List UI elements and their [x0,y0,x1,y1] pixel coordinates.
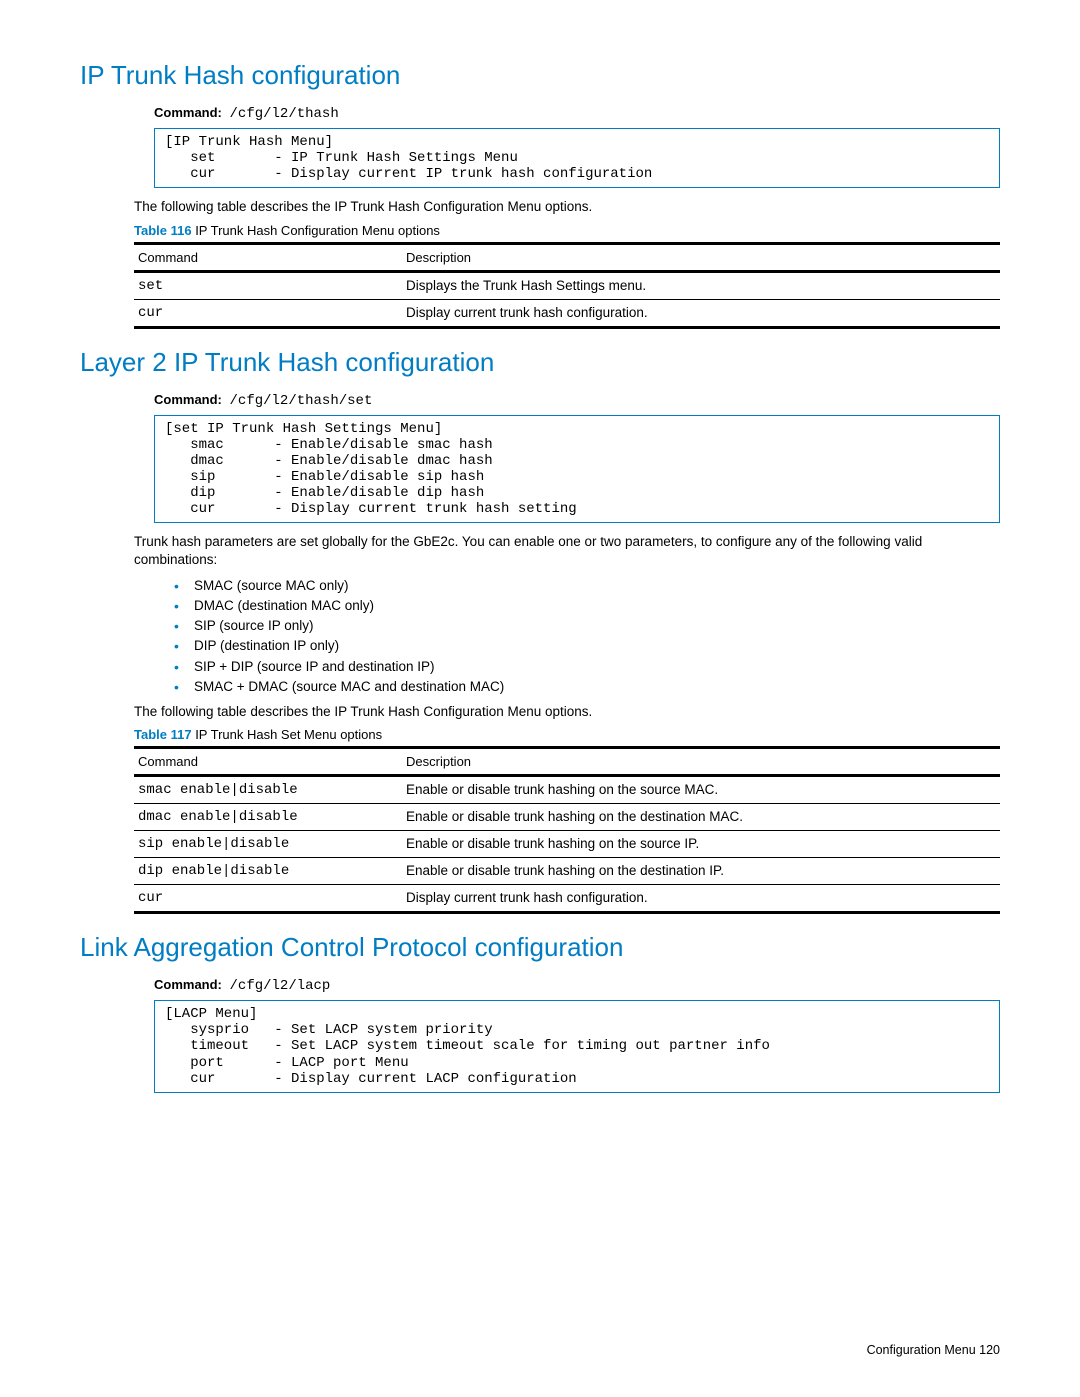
intro-text: The following table describes the IP Tru… [134,198,1000,216]
table-row: dmac enable|disable Enable or disable tr… [134,804,1000,831]
table-row: dip enable|disable Enable or disable tru… [134,858,1000,885]
table-116: Command Description set Displays the Tru… [134,242,1000,329]
list-item: DIP (destination IP only) [154,636,1000,656]
command-path: /cfg/l2/lacp [230,978,331,994]
table-header-description: Description [402,245,1000,272]
bullet-list: SMAC (source MAC only) DMAC (destination… [154,576,1000,698]
command-path: /cfg/l2/thash/set [230,393,373,409]
list-item: SIP + DIP (source IP and destination IP) [154,657,1000,677]
command-label: Command: [154,392,222,407]
table-caption: Table 116 IP Trunk Hash Configuration Me… [134,223,1000,238]
cell-desc: Enable or disable trunk hashing on the d… [402,804,1000,831]
intro-text: Trunk hash parameters are set globally f… [134,533,1000,569]
command-label: Command: [154,105,222,120]
cell-cmd: dmac enable|disable [134,804,402,831]
code-box-thash: [IP Trunk Hash Menu] set - IP Trunk Hash… [154,128,1000,188]
command-label: Command: [154,977,222,992]
list-item: DMAC (destination MAC only) [154,596,1000,616]
table-header-description: Description [402,749,1000,776]
command-path: /cfg/l2/thash [230,106,339,122]
code-box-lacp: [LACP Menu] sysprio - Set LACP system pr… [154,1000,1000,1092]
cell-desc: Display current trunk hash configuration… [402,885,1000,913]
table-row: smac enable|disable Enable or disable tr… [134,777,1000,804]
cell-cmd: cur [134,885,402,913]
table-caption-text: IP Trunk Hash Set Menu options [192,727,383,742]
cell-cmd: cur [134,300,402,328]
cell-cmd: smac enable|disable [134,777,402,804]
heading-lacp: Link Aggregation Control Protocol config… [80,932,1000,963]
outro-text: The following table describes the IP Tru… [134,703,1000,721]
heading-ip-trunk-hash: IP Trunk Hash configuration [80,60,1000,91]
command-line: Command: /cfg/l2/lacp [154,977,1000,994]
code-box-thash-set: [set IP Trunk Hash Settings Menu] smac -… [154,415,1000,524]
cell-cmd: dip enable|disable [134,858,402,885]
table-header-command: Command [134,245,402,272]
table-number: Table 117 [134,727,192,742]
table-row: cur Display current trunk hash configura… [134,885,1000,913]
page-footer: Configuration Menu 120 [867,1343,1000,1357]
cell-desc: Display current trunk hash configuration… [402,300,1000,328]
list-item: SIP (source IP only) [154,616,1000,636]
cell-desc: Enable or disable trunk hashing on the s… [402,831,1000,858]
cell-desc: Displays the Trunk Hash Settings menu. [402,273,1000,300]
table-117: Command Description smac enable|disable … [134,746,1000,914]
table-caption-text: IP Trunk Hash Configuration Menu options [192,223,440,238]
table-number: Table 116 [134,223,192,238]
command-line: Command: /cfg/l2/thash/set [154,392,1000,409]
table-caption: Table 117 IP Trunk Hash Set Menu options [134,727,1000,742]
list-item: SMAC + DMAC (source MAC and destination … [154,677,1000,697]
cell-cmd: set [134,273,402,300]
cell-desc: Enable or disable trunk hashing on the d… [402,858,1000,885]
table-header-command: Command [134,749,402,776]
command-line: Command: /cfg/l2/thash [154,105,1000,122]
page: IP Trunk Hash configuration Command: /cf… [0,0,1080,1397]
cell-desc: Enable or disable trunk hashing on the s… [402,777,1000,804]
table-row: cur Display current trunk hash configura… [134,300,1000,328]
table-row: sip enable|disable Enable or disable tru… [134,831,1000,858]
heading-layer2-trunk-hash: Layer 2 IP Trunk Hash configuration [80,347,1000,378]
list-item: SMAC (source MAC only) [154,576,1000,596]
cell-cmd: sip enable|disable [134,831,402,858]
table-row: set Displays the Trunk Hash Settings men… [134,273,1000,300]
